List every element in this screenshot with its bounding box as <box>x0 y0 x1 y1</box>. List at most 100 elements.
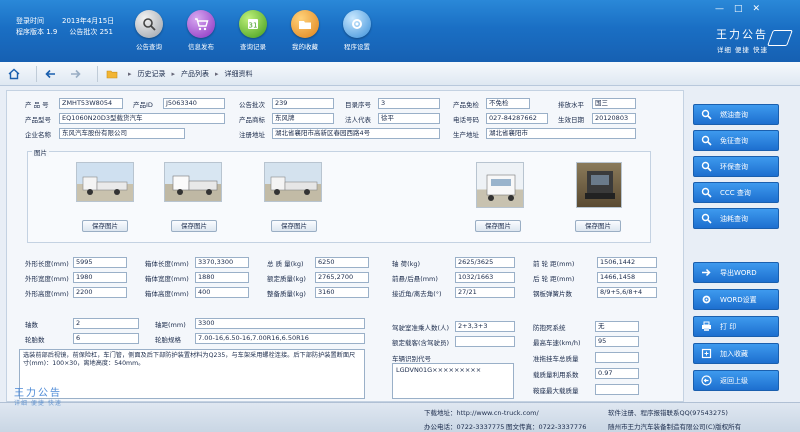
height-label: 外形高度(mm) <box>25 290 69 298</box>
nav-query-records[interactable]: 31 查询记录 <box>230 10 276 58</box>
phone-label: 电话号码 <box>453 116 479 124</box>
export-icon <box>700 267 712 279</box>
front-track-label: 前 轮 距(mm) <box>533 260 575 268</box>
catalog-no-label: 目录序号 <box>345 101 371 109</box>
search-car-icon <box>135 10 163 38</box>
svg-text:31: 31 <box>249 22 258 30</box>
word-settings-button[interactable]: WORD设置 <box>693 289 779 310</box>
fuel-query-button[interactable]: 燃油查询 <box>693 104 779 125</box>
legal-rep-field: 徐平 <box>378 113 440 124</box>
back-icon <box>700 375 712 387</box>
app-header: 登录时间 2013年4月15日 程序版本 1.9 公告批次 251 公告查询 信息发… <box>0 0 800 62</box>
length-field: 5995 <box>73 257 127 268</box>
folder-icon <box>104 66 120 82</box>
wheelbase-label: 轴距(mm) <box>155 321 186 329</box>
tax-exempt-query-button[interactable]: 免征查询 <box>693 130 779 151</box>
save-photo-button[interactable]: 保存图片 <box>171 220 217 232</box>
footer-brand-title: 王力公告 <box>14 388 62 399</box>
load-util-field: 0.97 <box>595 368 639 379</box>
tire-spec-field: 7.00-16,6.50-16,7.00R16,6.50R16 <box>195 333 365 344</box>
export-word-button[interactable]: 导出WORD <box>693 262 779 283</box>
cab-passengers-label: 驾驶室准乘人数(人) <box>392 324 450 332</box>
truck-photo <box>76 162 134 202</box>
load-util-label: 载质量利用系数 <box>533 371 579 379</box>
footer-brand-slogan: 详细 便捷 快速 <box>14 400 62 407</box>
back-button[interactable]: 返回上级 <box>693 370 779 391</box>
truck-photo <box>476 162 524 208</box>
box-width-field: 1880 <box>195 272 249 283</box>
trailer-mass-field <box>595 352 639 363</box>
nav-my-favorites[interactable]: 我的收藏 <box>282 10 328 58</box>
front-track-field: 1506,1442 <box>597 257 657 268</box>
approach-angle-field: 27/21 <box>455 287 515 298</box>
home-icon[interactable] <box>6 66 22 82</box>
nav-info-publish[interactable]: 信息发布 <box>178 10 224 58</box>
catalog-no-field: 3 <box>378 98 440 109</box>
save-photo-button[interactable]: 保存图片 <box>575 220 621 232</box>
emission-label: 排放水平 <box>558 101 584 109</box>
company-label: 企业名称 <box>25 131 51 139</box>
crumb-product-list[interactable]: 产品列表 <box>181 69 209 79</box>
exempt-field: 不免检 <box>486 98 530 109</box>
nav-label: 程序设置 <box>344 43 370 51</box>
emission-field: 国三 <box>592 98 636 109</box>
download-url[interactable]: 下载地址：http://www.cn-truck.com/ <box>424 407 539 417</box>
approach-angle-label: 接近角/离去角(°) <box>392 290 442 298</box>
prod-address-field: 湖北省襄阳市 <box>486 128 636 139</box>
print-button[interactable]: 打 印 <box>693 316 779 337</box>
brand-mark-icon <box>767 30 793 46</box>
nav-toolbar: ▸ 历史记录 ▸ 产品列表 ▸ 详细资料 <box>0 62 800 86</box>
crumb-history[interactable]: 历史记录 <box>138 69 166 79</box>
forward-arrow-icon[interactable] <box>67 66 83 82</box>
product-id-label: 产品ID <box>133 101 153 109</box>
reg-address-field: 湖北省襄阳市高新区春园西路4号 <box>272 128 440 139</box>
box-height-field: 400 <box>195 287 249 298</box>
minimize-button[interactable]: — <box>715 4 724 14</box>
button-label: 打 印 <box>720 322 737 331</box>
height-field: 2200 <box>73 287 127 298</box>
nav-announce-query[interactable]: 公告查询 <box>126 10 172 58</box>
leaf-spring-label: 钢板弹簧片数 <box>533 290 572 298</box>
version-label: 程序版本 1.9 <box>16 28 58 36</box>
cab-passengers-field: 2+3,3+3 <box>455 321 515 332</box>
window-controls: — □ ✕ <box>715 4 760 14</box>
nav-label: 我的收藏 <box>292 43 318 51</box>
search-icon <box>700 109 712 121</box>
save-photo-button[interactable]: 保存图片 <box>82 220 128 232</box>
maximize-button[interactable]: □ <box>734 4 743 14</box>
photo-group: 图片 保存图片 保存图片 保存图片 保存图片 保存图片 <box>27 147 651 243</box>
nav-label: 信息发布 <box>188 43 214 51</box>
add-favorite-button[interactable]: 加入收藏 <box>693 343 779 364</box>
truck-photo <box>576 162 622 208</box>
curb-mass-field: 3160 <box>315 287 369 298</box>
divider <box>36 65 37 82</box>
saddle-mass-field <box>595 384 639 395</box>
box-length-field: 3370,3300 <box>195 257 249 268</box>
width-label: 外形宽度(mm) <box>25 275 69 283</box>
overhang-field: 1032/1663 <box>455 272 515 283</box>
model-label: 产品型号 <box>25 116 51 124</box>
brand-logo: 王力公告 详细 便捷 快速 <box>716 26 768 54</box>
axle-load-field: 2625/3625 <box>455 257 515 268</box>
leaf-spring-field: 8/9+5,6/8+4 <box>597 287 657 298</box>
login-info: 登录时间 2013年4月15日 程序版本 1.9 公告批次 251 <box>16 16 120 38</box>
rated-mass-field: 2765,2700 <box>315 272 369 283</box>
save-photo-button[interactable]: 保存图片 <box>271 220 317 232</box>
crumb-detail[interactable]: 详细资料 <box>225 69 253 79</box>
office-phone: 办公电话：0722-3337775 <box>424 423 505 431</box>
nav-program-settings[interactable]: 程序设置 <box>334 10 380 58</box>
reg-address-label: 注册地址 <box>239 131 265 139</box>
brand-title: 王力公告 <box>716 28 768 41</box>
close-button[interactable]: ✕ <box>752 4 760 14</box>
save-photo-button[interactable]: 保存图片 <box>475 220 521 232</box>
legal-rep-label: 法人代表 <box>345 116 371 124</box>
abs-label: 防抱死系统 <box>533 324 566 332</box>
favorite-icon <box>700 348 712 360</box>
ccc-query-button[interactable]: CCC 查询 <box>693 182 779 203</box>
length-label: 外形长度(mm) <box>25 260 69 268</box>
env-query-button[interactable]: 环保查询 <box>693 156 779 177</box>
back-arrow-icon[interactable] <box>43 66 59 82</box>
rear-track-field: 1466,1458 <box>597 272 657 283</box>
gross-mass-label: 总 质 量(kg) <box>267 260 304 268</box>
fuel-consumption-query-button[interactable]: 油耗查询 <box>693 208 779 229</box>
